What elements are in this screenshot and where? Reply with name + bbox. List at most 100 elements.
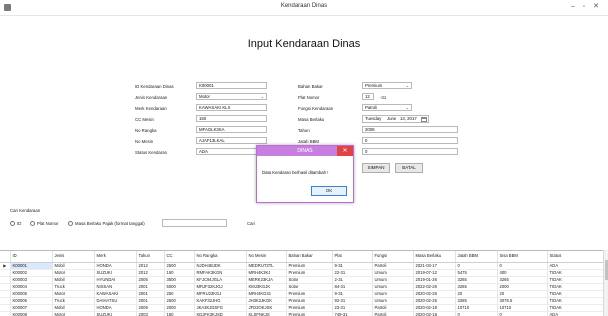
table-cell[interactable]: ADA [547, 311, 603, 316]
column-header[interactable]: Jatah BBM [455, 251, 498, 263]
table-cell[interactable]: JH3K2JKGK [246, 297, 287, 305]
table-cell[interactable]: 749-31 [332, 311, 373, 316]
row-selector[interactable] [0, 269, 11, 277]
table-cell[interactable]: K00002 [10, 269, 53, 277]
tahun-input[interactable]: 2008 [362, 126, 458, 133]
table-cell[interactable]: 2020-02-25 [413, 297, 456, 305]
table-cell[interactable]: K00003 [10, 276, 53, 284]
table-cell[interactable]: 2500 [164, 262, 195, 270]
table-cell[interactable]: KMJ3KGJK [246, 283, 287, 291]
table-cell[interactable]: SUZUKI [94, 269, 137, 277]
fungsi-select[interactable]: Patroli ⌄ [362, 104, 412, 111]
table-cell[interactable]: 150 [164, 269, 195, 277]
simpan-button[interactable]: SIMPAN [362, 163, 390, 173]
table-cell[interactable]: Truck [52, 297, 95, 305]
table-row[interactable]: K00006 Truck DAIHATSU 2001 2500 KAKF32JHG JH3K… [0, 297, 603, 305]
table-cell[interactable]: 400 [497, 269, 548, 277]
table-cell[interactable]: 92-31 [332, 297, 373, 305]
table-cell[interactable]: 10710 [497, 304, 548, 312]
table-row[interactable]: K00004 Truck NISSAN 2001 5000 MRJF32KJGJ KMJ3K… [0, 283, 603, 291]
table-cell[interactable]: 2019-01-26 [413, 276, 456, 284]
table-cell[interactable]: TIDAK [547, 283, 603, 291]
table-cell[interactable]: 9-31 [332, 290, 373, 298]
table-cell[interactable]: MRH4KG31 [246, 290, 287, 298]
table-cell[interactable]: 20 [455, 290, 498, 298]
table-cell[interactable]: HONDA [94, 304, 137, 312]
table-cell[interactable]: KDJFK3KJSD [194, 311, 247, 316]
column-header[interactable]: Sisa BBM [497, 251, 548, 263]
table-cell[interactable]: Umum [372, 276, 414, 284]
table-cell[interactable]: NISSAN [94, 283, 137, 291]
table-cell[interactable]: Mobil [52, 262, 95, 270]
table-cell[interactable]: Mobil [52, 304, 95, 312]
column-header[interactable]: Merk [94, 251, 137, 263]
table-cell[interactable]: K00001 [10, 262, 53, 270]
table-cell[interactable]: 2020-02-18 [413, 311, 456, 316]
column-header[interactable]: Status [547, 251, 603, 263]
table-cell[interactable]: Patroli [372, 311, 414, 316]
table-cell[interactable]: 2001 [136, 290, 165, 298]
table-cell[interactable]: 2012 [136, 269, 165, 277]
close-window-button[interactable]: ✕ [590, 2, 602, 12]
table-cell[interactable]: 2020-02-18 [413, 304, 456, 312]
table-cell[interactable]: HYUNDAI [94, 276, 137, 284]
table-cell[interactable]: TIDAK [547, 269, 603, 277]
table-cell[interactable]: 10710 [455, 304, 498, 312]
column-header[interactable]: Tahun [136, 251, 165, 263]
column-header[interactable]: No Rangka [194, 251, 247, 263]
table-cell[interactable]: 2001 [136, 297, 165, 305]
table-cell[interactable]: Umum [372, 290, 414, 298]
cari-button[interactable]: Cari [247, 221, 255, 226]
table-cell[interactable]: Umum [372, 283, 414, 291]
table-row[interactable]: K00008 Motor SUZUKI 2003 150 KDJFK3KJSD KLSFNK… [0, 311, 603, 316]
table-cell[interactable]: 2001 [136, 283, 165, 291]
bahan-bakar-select[interactable]: Premium ⌄ [362, 82, 412, 89]
table-cell[interactable]: Motor [52, 311, 95, 316]
table-cell[interactable]: 2021-03-17 [413, 262, 456, 270]
table-cell[interactable]: KAWASAKI [94, 290, 137, 298]
column-header[interactable]: CC [164, 251, 195, 263]
masa-berlaku-datepicker[interactable]: Tuesday June 13, 2017 [362, 115, 429, 123]
column-header[interactable]: Plat [332, 251, 373, 263]
table-cell[interactable]: K00006 [10, 297, 53, 305]
table-cell[interactable]: 23-31 [332, 304, 373, 312]
jatah-bbm-input[interactable]: 0 [362, 137, 458, 144]
table-row[interactable]: K00005 Motor KAWASAKI 2001 250 MFRU23KGJ MRH4K… [0, 290, 603, 298]
dialog-ok-button[interactable]: OK [311, 186, 347, 196]
table-cell[interactable]: 2019-07-12 [413, 269, 456, 277]
table-cell[interactable]: TIDAK [547, 304, 603, 312]
table-cell[interactable]: 5000 [164, 283, 195, 291]
table-cell[interactable]: Premium [286, 311, 333, 316]
table-cell[interactable]: MFRU23KGJ [194, 290, 247, 298]
table-cell[interactable]: Patroli [372, 262, 414, 270]
merk-kendaraan-input[interactable]: KAWASAKI KLX [196, 104, 267, 111]
table-row[interactable]: K00003 Mobil HYUNDAI 2005 3500 KFJC94JGLA MERK… [0, 276, 603, 284]
table-cell[interactable]: 3265 [455, 276, 498, 284]
table-cell[interactable]: 250 [164, 290, 195, 298]
column-header[interactable]: Masa Berlaku [413, 251, 456, 263]
table-cell[interactable]: KAKF32JHG [194, 297, 247, 305]
table-cell[interactable]: JFD3OKJSK [246, 304, 287, 312]
grid-scrollbar[interactable] [603, 250, 608, 316]
table-cell[interactable]: 2012 [136, 262, 165, 270]
no-mesin-input[interactable]: AJAF13LKAL [196, 137, 267, 144]
calendar-icon[interactable] [421, 117, 427, 122]
table-cell[interactable]: K00005 [10, 290, 53, 298]
radio-plat-nomor[interactable] [30, 221, 35, 226]
table-cell[interactable]: Premium [286, 269, 333, 277]
table-cell[interactable]: Premium [286, 297, 333, 305]
table-cell[interactable]: Premium [286, 304, 333, 312]
table-cell[interactable]: 0 [497, 262, 548, 270]
radio-masa-berlaku[interactable] [68, 221, 73, 226]
table-cell[interactable]: MRJF32KJGJ [194, 283, 247, 291]
table-cell[interactable]: MERK23KJA [246, 276, 287, 284]
table-cell[interactable]: 3265 [497, 276, 548, 284]
column-header[interactable]: Jenis [52, 251, 95, 263]
table-cell[interactable]: RMFAK3KGN [194, 269, 247, 277]
column-header[interactable]: No Mesin [246, 251, 287, 263]
row-selector[interactable] [0, 276, 11, 284]
table-cell[interactable]: Patroli [372, 304, 414, 312]
column-header[interactable]: Fungsi [372, 251, 414, 263]
row-selector[interactable] [0, 283, 11, 291]
plat-nomor-input-1[interactable]: 12 [362, 93, 374, 100]
